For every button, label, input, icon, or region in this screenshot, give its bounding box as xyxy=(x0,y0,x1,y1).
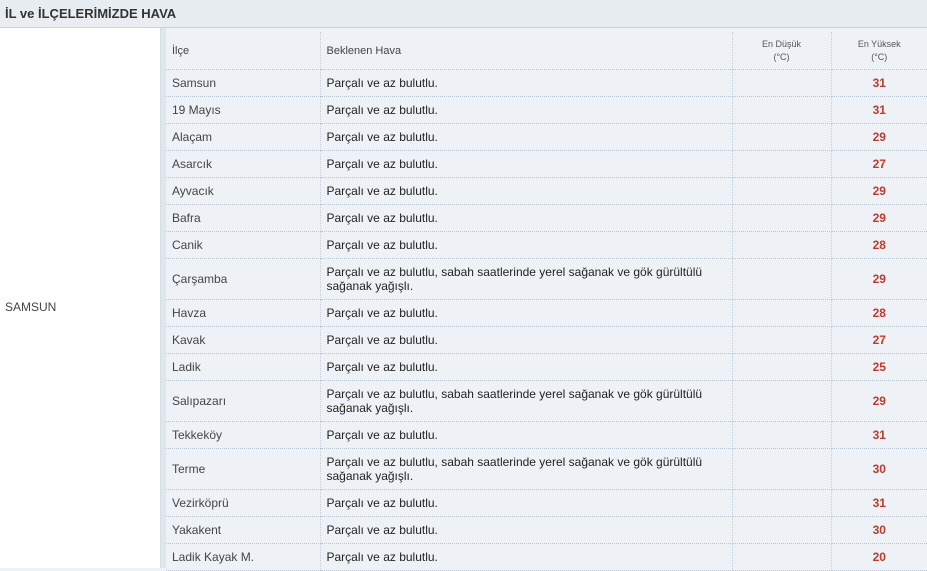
min-temp-cell xyxy=(732,259,831,300)
table-header-row: İlçe Beklenen Hava En Düşük (°C) En Yüks… xyxy=(166,32,927,70)
max-temp-cell: 30 xyxy=(831,449,927,490)
table-row: SamsunParçalı ve az bulutlu. 31 xyxy=(166,70,927,97)
min-temp-cell xyxy=(732,517,831,544)
weather-cell: Parçalı ve az bulutlu. xyxy=(320,354,732,381)
province-name: SAMSUN xyxy=(5,300,56,314)
weather-cell: Parçalı ve az bulutlu. xyxy=(320,232,732,259)
max-temp-cell: 20 xyxy=(831,544,927,571)
district-cell: Asarcık xyxy=(166,151,320,178)
min-temp-cell xyxy=(732,490,831,517)
table-row: TekkeköyParçalı ve az bulutlu. 31 xyxy=(166,422,927,449)
weather-cell: Parçalı ve az bulutlu. xyxy=(320,151,732,178)
table-row: AlaçamParçalı ve az bulutlu. 29 xyxy=(166,124,927,151)
max-temp-cell: 31 xyxy=(831,490,927,517)
min-temp-cell xyxy=(732,178,831,205)
table-row: CanikParçalı ve az bulutlu. 28 xyxy=(166,232,927,259)
max-temp-header-label: En Yüksek xyxy=(832,38,927,51)
weather-cell: Parçalı ve az bulutlu. xyxy=(320,70,732,97)
max-temp-cell: 31 xyxy=(831,70,927,97)
max-temp-cell: 27 xyxy=(831,151,927,178)
table-row: 19 MayısParçalı ve az bulutlu. 31 xyxy=(166,97,927,124)
min-temp-column-header: En Düşük (°C) xyxy=(732,32,831,70)
weather-cell: Parçalı ve az bulutlu. xyxy=(320,205,732,232)
table-row: YakakentParçalı ve az bulutlu. 30 xyxy=(166,517,927,544)
max-temp-cell: 27 xyxy=(831,327,927,354)
max-temp-cell: 31 xyxy=(831,422,927,449)
weather-cell: Parçalı ve az bulutlu. xyxy=(320,124,732,151)
weather-table: İlçe Beklenen Hava En Düşük (°C) En Yüks… xyxy=(166,32,927,571)
min-temp-cell xyxy=(732,422,831,449)
table-row: AsarcıkParçalı ve az bulutlu. 27 xyxy=(166,151,927,178)
min-temp-cell xyxy=(732,124,831,151)
weather-cell: Parçalı ve az bulutlu. xyxy=(320,517,732,544)
district-cell: Vezirköprü xyxy=(166,490,320,517)
weather-cell: Parçalı ve az bulutlu. xyxy=(320,97,732,124)
min-temp-cell xyxy=(732,205,831,232)
district-cell: Canik xyxy=(166,232,320,259)
weather-cell: Parçalı ve az bulutlu. xyxy=(320,544,732,571)
district-cell: Ladik xyxy=(166,354,320,381)
weather-cell: Parçalı ve az bulutlu. xyxy=(320,490,732,517)
max-temp-cell: 29 xyxy=(831,381,927,422)
weather-section: SAMSUN İlçe Beklenen Hava En Düşük (°C) … xyxy=(0,28,927,568)
weather-cell: Parçalı ve az bulutlu. xyxy=(320,327,732,354)
max-temp-cell: 25 xyxy=(831,354,927,381)
max-temp-cell: 29 xyxy=(831,178,927,205)
min-temp-cell xyxy=(732,327,831,354)
district-cell: Tekkeköy xyxy=(166,422,320,449)
min-temp-cell xyxy=(732,354,831,381)
district-cell: Çarşamba xyxy=(166,259,320,300)
district-cell: Samsun xyxy=(166,70,320,97)
min-temp-cell xyxy=(732,300,831,327)
district-cell: Havza xyxy=(166,300,320,327)
max-temp-cell: 31 xyxy=(831,97,927,124)
min-temp-cell xyxy=(732,70,831,97)
min-temp-cell xyxy=(732,151,831,178)
district-cell: Yakakent xyxy=(166,517,320,544)
min-temp-cell xyxy=(732,232,831,259)
weather-cell: Parçalı ve az bulutlu. xyxy=(320,178,732,205)
table-row: Ladik Kayak M.Parçalı ve az bulutlu. 20 xyxy=(166,544,927,571)
weather-cell: Parçalı ve az bulutlu, sabah saatlerinde… xyxy=(320,259,732,300)
district-cell: Kavak xyxy=(166,327,320,354)
province-column: SAMSUN xyxy=(0,28,161,568)
table-row: KavakParçalı ve az bulutlu. 27 xyxy=(166,327,927,354)
max-temp-cell: 29 xyxy=(831,124,927,151)
table-row: TermeParçalı ve az bulutlu, sabah saatle… xyxy=(166,449,927,490)
table-row: AyvacıkParçalı ve az bulutlu. 29 xyxy=(166,178,927,205)
district-cell: Ayvacık xyxy=(166,178,320,205)
max-temp-column-header: En Yüksek (°C) xyxy=(831,32,927,70)
district-cell: Terme xyxy=(166,449,320,490)
max-temp-cell: 28 xyxy=(831,300,927,327)
min-temp-cell xyxy=(732,449,831,490)
max-temp-cell: 29 xyxy=(831,205,927,232)
max-temp-cell: 30 xyxy=(831,517,927,544)
district-column-header: İlçe xyxy=(166,32,320,70)
min-temp-header-label: En Düşük xyxy=(733,38,831,51)
max-temp-header-unit: (°C) xyxy=(832,51,927,64)
table-row: LadikParçalı ve az bulutlu. 25 xyxy=(166,354,927,381)
min-temp-header-unit: (°C) xyxy=(733,51,831,64)
table-row: BafraParçalı ve az bulutlu. 29 xyxy=(166,205,927,232)
table-row: SalıpazarıParçalı ve az bulutlu, sabah s… xyxy=(166,381,927,422)
page-title: İL ve İLÇELERİMİZDE HAVA xyxy=(0,0,927,28)
weather-cell: Parçalı ve az bulutlu, sabah saatlerinde… xyxy=(320,381,732,422)
district-cell: Ladik Kayak M. xyxy=(166,544,320,571)
weather-cell: Parçalı ve az bulutlu. xyxy=(320,300,732,327)
weather-cell: Parçalı ve az bulutlu. xyxy=(320,422,732,449)
table-row: HavzaParçalı ve az bulutlu. 28 xyxy=(166,300,927,327)
min-temp-cell xyxy=(732,97,831,124)
district-cell: Alaçam xyxy=(166,124,320,151)
expected-weather-column-header: Beklenen Hava xyxy=(320,32,732,70)
district-cell: Salıpazarı xyxy=(166,381,320,422)
max-temp-cell: 28 xyxy=(831,232,927,259)
table-row: ÇarşambaParçalı ve az bulutlu, sabah saa… xyxy=(166,259,927,300)
table-row: VezirköprüParçalı ve az bulutlu. 31 xyxy=(166,490,927,517)
min-temp-cell xyxy=(732,381,831,422)
weather-cell: Parçalı ve az bulutlu, sabah saatlerinde… xyxy=(320,449,732,490)
district-cell: Bafra xyxy=(166,205,320,232)
district-cell: 19 Mayıs xyxy=(166,97,320,124)
min-temp-cell xyxy=(732,544,831,571)
max-temp-cell: 29 xyxy=(831,259,927,300)
